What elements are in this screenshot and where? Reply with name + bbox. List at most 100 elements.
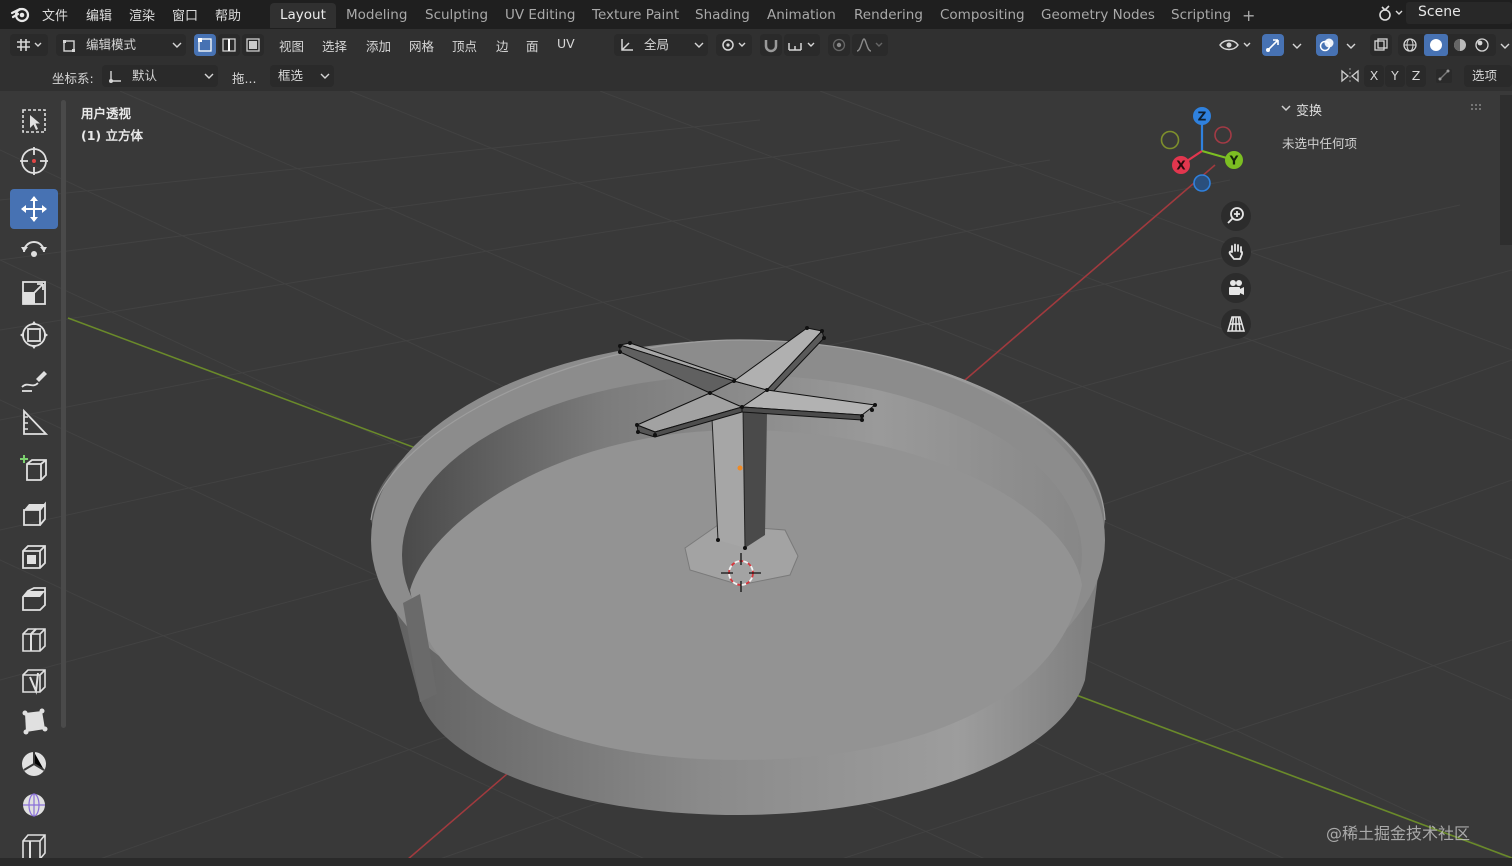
blender-logo-icon[interactable]: [10, 4, 32, 24]
menu-file[interactable]: 文件: [42, 5, 68, 24]
watermark-text: @稀土掘金技术社区: [1326, 824, 1471, 843]
snap-target-dropdown[interactable]: [784, 34, 820, 56]
menu-add[interactable]: 添加: [366, 36, 391, 55]
toolbar-scrollbar[interactable]: [61, 100, 66, 728]
tool-move[interactable]: [10, 189, 58, 229]
material-shading-icon[interactable]: [1452, 37, 1468, 53]
navigation-gizmo[interactable]: Z Y X: [1150, 101, 1250, 201]
mirror-z-toggle[interactable]: Z: [1406, 65, 1426, 87]
mode-dropdown[interactable]: 编辑模式: [56, 34, 186, 56]
gizmo-y-label: Y: [1229, 154, 1239, 168]
menu-view[interactable]: 视图: [279, 36, 304, 55]
falloff-dropdown[interactable]: [852, 34, 888, 56]
tool-extrude[interactable]: [10, 494, 58, 534]
topology-mirror-icon[interactable]: [1434, 67, 1454, 85]
options-dropdown[interactable]: 选项: [1464, 65, 1512, 87]
drag-handle-icon[interactable]: [1470, 103, 1484, 111]
menu-vertex[interactable]: 顶点: [452, 36, 477, 55]
tool-bevel[interactable]: [10, 579, 58, 619]
tool-knife[interactable]: [10, 661, 58, 701]
tab-modeling[interactable]: Modeling: [336, 3, 417, 28]
transform-panel-title[interactable]: 变换: [1296, 100, 1322, 119]
edge-select-button[interactable]: [218, 34, 240, 56]
tool-smooth[interactable]: [10, 785, 58, 825]
select-box-icon: [22, 109, 46, 133]
tab-rendering[interactable]: Rendering: [844, 3, 933, 28]
orientation-icon: [621, 39, 633, 51]
tab-scripting[interactable]: Scripting: [1161, 3, 1241, 28]
xray-toggle[interactable]: [1370, 34, 1392, 56]
menu-face[interactable]: 面: [526, 36, 539, 55]
tab-geometry-nodes[interactable]: Geometry Nodes: [1031, 3, 1165, 28]
inset-icon: [22, 545, 46, 569]
wireframe-shading-icon[interactable]: [1402, 37, 1418, 53]
tab-texture-paint[interactable]: Texture Paint: [582, 3, 689, 28]
menu-edge[interactable]: 边: [496, 36, 509, 55]
tab-compositing[interactable]: Compositing: [930, 3, 1035, 28]
eye-icon: [1219, 39, 1251, 51]
gizmo-x-label: X: [1176, 159, 1186, 173]
tab-uv-editing[interactable]: UV Editing: [495, 3, 585, 28]
mirror-x-toggle[interactable]: X: [1364, 65, 1384, 87]
tab-shading[interactable]: Shading: [685, 3, 760, 28]
vertex-select-button[interactable]: [194, 34, 216, 56]
editor-type-button[interactable]: [10, 34, 48, 56]
tab-sculpting[interactable]: Sculpting: [415, 3, 498, 28]
tab-layout[interactable]: Layout: [270, 3, 336, 28]
tab-animation[interactable]: Animation: [757, 3, 846, 28]
chevron-down-icon[interactable]: [1500, 42, 1510, 50]
gizmo-toggle[interactable]: [1262, 34, 1284, 56]
menu-select[interactable]: 选择: [322, 36, 347, 55]
overlays-toggle[interactable]: [1316, 34, 1338, 56]
select-mode-dropdown[interactable]: 框选: [270, 65, 334, 87]
tool-select-box[interactable]: [10, 101, 58, 141]
tool-transform[interactable]: [10, 315, 58, 355]
loop-cut-icon: [22, 628, 46, 652]
solid-shading-button[interactable]: [1424, 34, 1448, 56]
mirror-icon[interactable]: [1340, 67, 1360, 85]
gizmo-icon: [1266, 39, 1279, 52]
tool-measure[interactable]: [10, 403, 58, 443]
tool-inset[interactable]: [10, 537, 58, 577]
chevron-down-icon[interactable]: [1292, 42, 1302, 50]
scene-name: Scene: [1418, 4, 1461, 20]
pivot-point-dropdown[interactable]: [716, 34, 752, 56]
tool-rotate[interactable]: [10, 231, 58, 271]
menu-uv[interactable]: UV: [557, 36, 575, 51]
sidebar-tabs[interactable]: [1500, 95, 1512, 245]
tool-spin[interactable]: [10, 744, 58, 784]
rendered-shading-icon[interactable]: [1474, 37, 1490, 53]
ruler-icon: [23, 408, 49, 435]
menu-window[interactable]: 窗口: [172, 5, 198, 24]
perspective-toggle-button[interactable]: [1221, 309, 1251, 339]
scene-icon[interactable]: [1376, 4, 1404, 22]
face-select-button[interactable]: [242, 34, 264, 56]
transform-orientation-dropdown[interactable]: 全局: [614, 34, 708, 56]
chevron-down-icon[interactable]: [1280, 103, 1292, 113]
zoom-button[interactable]: [1221, 201, 1251, 231]
scene-selector[interactable]: Scene: [1406, 2, 1512, 24]
proportional-edit-toggle[interactable]: [828, 34, 850, 56]
tool-loop-cut[interactable]: [10, 620, 58, 660]
tool-poly-build[interactable]: [10, 701, 58, 741]
tool-annotate[interactable]: [10, 361, 58, 401]
tool-add-cube[interactable]: [10, 449, 58, 489]
snap-toggle[interactable]: [760, 34, 782, 56]
tool-scale[interactable]: [10, 273, 58, 313]
menu-edit[interactable]: 编辑: [86, 5, 112, 24]
menu-render[interactable]: 渲染: [129, 5, 155, 24]
3d-viewport[interactable]: 用户透视 (1) 立方体 Z Y X: [0, 91, 1512, 866]
menu-mesh[interactable]: 网格: [409, 36, 434, 55]
solid-shading-icon: [1430, 39, 1442, 51]
tool-cursor[interactable]: [10, 141, 58, 181]
add-workspace-button[interactable]: +: [1232, 3, 1265, 28]
camera-view-button[interactable]: [1221, 273, 1251, 303]
spin-icon: [22, 752, 46, 776]
visibility-dropdown[interactable]: [1216, 34, 1254, 56]
chevron-down-icon[interactable]: [1346, 42, 1356, 50]
mirror-y-toggle[interactable]: Y: [1385, 65, 1405, 87]
orientation-icon: [109, 71, 121, 83]
coord-system-dropdown[interactable]: 默认: [102, 65, 218, 87]
menu-help[interactable]: 帮助: [215, 5, 241, 24]
pan-button[interactable]: [1221, 237, 1251, 267]
